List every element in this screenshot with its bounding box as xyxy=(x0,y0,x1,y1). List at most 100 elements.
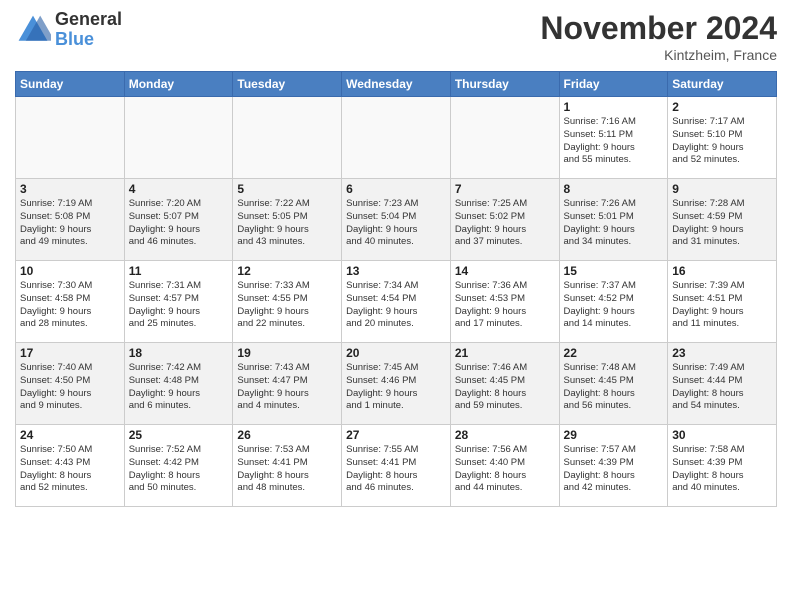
day-number: 12 xyxy=(237,264,337,278)
day-number: 17 xyxy=(20,346,120,360)
calendar-cell: 30 Sunrise: 7:58 AM Sunset: 4:39 PM Dayli… xyxy=(668,425,777,507)
calendar-cell: 24Sunrise: 7:50 AM Sunset: 4:43 PM Dayli… xyxy=(16,425,125,507)
calendar-cell: 14 Sunrise: 7:36 AM Sunset: 4:53 PM Dayli… xyxy=(450,261,559,343)
day-number: 16 xyxy=(672,264,772,278)
page-container: General Blue November 2024 Kintzheim, Fr… xyxy=(0,0,792,517)
day-number: 1 xyxy=(564,100,664,114)
logo-icon xyxy=(15,12,51,48)
day-info: Sunrise: 7:17 AM Sunset: 5:10 PM Dayligh… xyxy=(672,116,772,167)
day-number: 23 xyxy=(672,346,772,360)
weekday-header-sunday: Sunday xyxy=(16,72,125,97)
day-number: 5 xyxy=(237,182,337,196)
calendar-cell xyxy=(342,97,451,179)
day-info: Sunrise: 7:57 AM Sunset: 4:39 PM Dayligh… xyxy=(564,444,664,495)
day-info: Sunrise: 7:19 AM Sunset: 5:08 PM Dayligh… xyxy=(20,198,120,249)
day-number: 11 xyxy=(129,264,229,278)
day-number: 28 xyxy=(455,428,555,442)
day-number: 8 xyxy=(564,182,664,196)
calendar-cell: 6 Sunrise: 7:23 AM Sunset: 5:04 PM Daylig… xyxy=(342,179,451,261)
day-info: Sunrise: 7:48 AM Sunset: 4:45 PM Dayligh… xyxy=(564,362,664,413)
day-number: 22 xyxy=(564,346,664,360)
calendar-cell: 7 Sunrise: 7:25 AM Sunset: 5:02 PM Daylig… xyxy=(450,179,559,261)
day-number: 10 xyxy=(20,264,120,278)
day-info: Sunrise: 7:37 AM Sunset: 4:52 PM Dayligh… xyxy=(564,280,664,331)
weekday-header-monday: Monday xyxy=(124,72,233,97)
calendar-cell: 10 Sunrise: 7:30 AM Sunset: 4:58 PM Dayli… xyxy=(16,261,125,343)
weekday-header-wednesday: Wednesday xyxy=(342,72,451,97)
calendar-week-4: 17 Sunrise: 7:40 AM Sunset: 4:50 PM Dayli… xyxy=(16,343,777,425)
calendar-cell: 20Sunrise: 7:45 AM Sunset: 4:46 PM Dayli… xyxy=(342,343,451,425)
calendar-cell: 22 Sunrise: 7:48 AM Sunset: 4:45 PM Dayli… xyxy=(559,343,668,425)
day-number: 13 xyxy=(346,264,446,278)
calendar-cell: 21Sunrise: 7:46 AM Sunset: 4:45 PM Dayli… xyxy=(450,343,559,425)
day-info: Sunrise: 7:30 AM Sunset: 4:58 PM Dayligh… xyxy=(20,280,120,331)
calendar-cell xyxy=(233,97,342,179)
calendar-cell: 28 Sunrise: 7:56 AM Sunset: 4:40 PM Dayli… xyxy=(450,425,559,507)
day-number: 3 xyxy=(20,182,120,196)
day-info: Sunrise: 7:28 AM Sunset: 4:59 PM Dayligh… xyxy=(672,198,772,249)
calendar-week-5: 24Sunrise: 7:50 AM Sunset: 4:43 PM Dayli… xyxy=(16,425,777,507)
header: General Blue November 2024 Kintzheim, Fr… xyxy=(15,10,777,63)
day-number: 14 xyxy=(455,264,555,278)
calendar-cell: 29 Sunrise: 7:57 AM Sunset: 4:39 PM Dayli… xyxy=(559,425,668,507)
day-number: 2 xyxy=(672,100,772,114)
day-info: Sunrise: 7:55 AM Sunset: 4:41 PM Dayligh… xyxy=(346,444,446,495)
calendar-cell: 2 Sunrise: 7:17 AM Sunset: 5:10 PM Daylig… xyxy=(668,97,777,179)
day-number: 25 xyxy=(129,428,229,442)
day-number: 7 xyxy=(455,182,555,196)
weekday-header-thursday: Thursday xyxy=(450,72,559,97)
calendar-cell: 16Sunrise: 7:39 AM Sunset: 4:51 PM Dayli… xyxy=(668,261,777,343)
day-info: Sunrise: 7:53 AM Sunset: 4:41 PM Dayligh… xyxy=(237,444,337,495)
day-info: Sunrise: 7:20 AM Sunset: 5:07 PM Dayligh… xyxy=(129,198,229,249)
day-number: 9 xyxy=(672,182,772,196)
day-info: Sunrise: 7:40 AM Sunset: 4:50 PM Dayligh… xyxy=(20,362,120,413)
calendar-cell: 18Sunrise: 7:42 AM Sunset: 4:48 PM Dayli… xyxy=(124,343,233,425)
logo-line1: General xyxy=(55,10,122,30)
day-info: Sunrise: 7:46 AM Sunset: 4:45 PM Dayligh… xyxy=(455,362,555,413)
day-info: Sunrise: 7:49 AM Sunset: 4:44 PM Dayligh… xyxy=(672,362,772,413)
calendar-cell: 5 Sunrise: 7:22 AM Sunset: 5:05 PM Daylig… xyxy=(233,179,342,261)
day-info: Sunrise: 7:33 AM Sunset: 4:55 PM Dayligh… xyxy=(237,280,337,331)
calendar-week-3: 10 Sunrise: 7:30 AM Sunset: 4:58 PM Dayli… xyxy=(16,261,777,343)
day-number: 30 xyxy=(672,428,772,442)
day-info: Sunrise: 7:26 AM Sunset: 5:01 PM Dayligh… xyxy=(564,198,664,249)
day-number: 19 xyxy=(237,346,337,360)
calendar-cell: 17 Sunrise: 7:40 AM Sunset: 4:50 PM Dayli… xyxy=(16,343,125,425)
day-number: 29 xyxy=(564,428,664,442)
day-info: Sunrise: 7:43 AM Sunset: 4:47 PM Dayligh… xyxy=(237,362,337,413)
day-info: Sunrise: 7:31 AM Sunset: 4:57 PM Dayligh… xyxy=(129,280,229,331)
day-info: Sunrise: 7:16 AM Sunset: 5:11 PM Dayligh… xyxy=(564,116,664,167)
weekday-header-saturday: Saturday xyxy=(668,72,777,97)
calendar-cell: 25Sunrise: 7:52 AM Sunset: 4:42 PM Dayli… xyxy=(124,425,233,507)
calendar-cell: 4 Sunrise: 7:20 AM Sunset: 5:07 PM Daylig… xyxy=(124,179,233,261)
day-info: Sunrise: 7:34 AM Sunset: 4:54 PM Dayligh… xyxy=(346,280,446,331)
day-info: Sunrise: 7:36 AM Sunset: 4:53 PM Dayligh… xyxy=(455,280,555,331)
day-info: Sunrise: 7:22 AM Sunset: 5:05 PM Dayligh… xyxy=(237,198,337,249)
calendar-cell: 11 Sunrise: 7:31 AM Sunset: 4:57 PM Dayli… xyxy=(124,261,233,343)
calendar-week-2: 3 Sunrise: 7:19 AM Sunset: 5:08 PM Daylig… xyxy=(16,179,777,261)
calendar-cell: 3 Sunrise: 7:19 AM Sunset: 5:08 PM Daylig… xyxy=(16,179,125,261)
calendar-cell: 27Sunrise: 7:55 AM Sunset: 4:41 PM Dayli… xyxy=(342,425,451,507)
weekday-header-tuesday: Tuesday xyxy=(233,72,342,97)
calendar-cell xyxy=(450,97,559,179)
day-number: 24 xyxy=(20,428,120,442)
calendar-cell: 1 Sunrise: 7:16 AM Sunset: 5:11 PM Daylig… xyxy=(559,97,668,179)
calendar-cell: 12 Sunrise: 7:33 AM Sunset: 4:55 PM Dayli… xyxy=(233,261,342,343)
day-number: 15 xyxy=(564,264,664,278)
title-block: November 2024 Kintzheim, France xyxy=(540,10,777,63)
day-info: Sunrise: 7:25 AM Sunset: 5:02 PM Dayligh… xyxy=(455,198,555,249)
calendar-cell xyxy=(16,97,125,179)
day-info: Sunrise: 7:23 AM Sunset: 5:04 PM Dayligh… xyxy=(346,198,446,249)
day-info: Sunrise: 7:58 AM Sunset: 4:39 PM Dayligh… xyxy=(672,444,772,495)
day-number: 4 xyxy=(129,182,229,196)
location: Kintzheim, France xyxy=(540,47,777,63)
calendar-cell: 15 Sunrise: 7:37 AM Sunset: 4:52 PM Dayli… xyxy=(559,261,668,343)
day-number: 18 xyxy=(129,346,229,360)
calendar-cell: 23 Sunrise: 7:49 AM Sunset: 4:44 PM Dayli… xyxy=(668,343,777,425)
calendar-week-1: 1 Sunrise: 7:16 AM Sunset: 5:11 PM Daylig… xyxy=(16,97,777,179)
day-number: 26 xyxy=(237,428,337,442)
day-number: 6 xyxy=(346,182,446,196)
calendar-cell xyxy=(124,97,233,179)
day-info: Sunrise: 7:56 AM Sunset: 4:40 PM Dayligh… xyxy=(455,444,555,495)
calendar: SundayMondayTuesdayWednesdayThursdayFrid… xyxy=(15,71,777,507)
